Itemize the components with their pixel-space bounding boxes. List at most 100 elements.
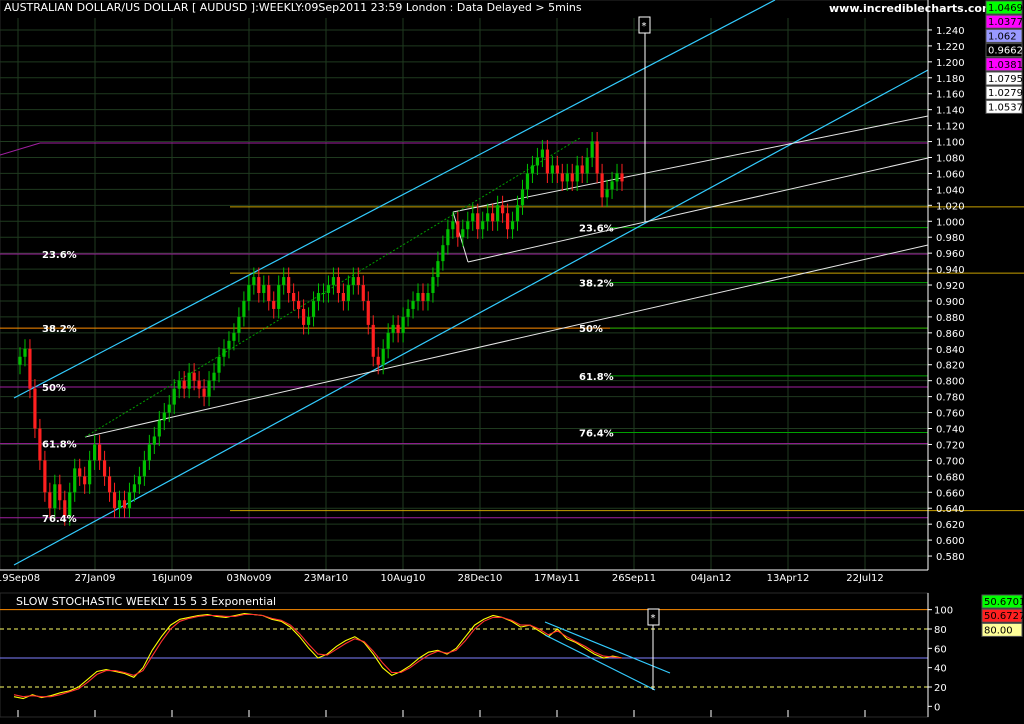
candle-body bbox=[297, 300, 301, 309]
candle-body bbox=[361, 285, 365, 301]
price-value-box: 0.9662 bbox=[985, 43, 1023, 58]
price-tick-label: 0.860 bbox=[936, 329, 965, 340]
stochastic-tick-label: 80 bbox=[934, 625, 947, 636]
candle-body bbox=[491, 213, 495, 222]
fib-level-label: 23.6% bbox=[42, 250, 77, 261]
candle-body bbox=[466, 221, 470, 230]
price-tick-label: 0.740 bbox=[936, 425, 965, 436]
stochastic-value-box-label: 80.00 bbox=[984, 625, 1013, 636]
price-marker-box[interactable]: * bbox=[638, 16, 651, 34]
price-value-box: 1.0537 bbox=[985, 99, 1023, 114]
price-tick-label: 0.660 bbox=[936, 488, 965, 499]
date-tick-label: 22Jul12 bbox=[846, 573, 884, 584]
candle-body bbox=[157, 420, 161, 437]
candle-body bbox=[391, 324, 395, 333]
candle-body bbox=[212, 372, 216, 381]
site-watermark[interactable]: www.incrediblecharts.com bbox=[829, 2, 993, 15]
candle-body bbox=[28, 348, 32, 389]
candle-body bbox=[471, 213, 475, 222]
candle-body bbox=[476, 213, 480, 230]
candle-body bbox=[570, 173, 574, 182]
candle-body bbox=[436, 261, 440, 278]
price-value-box: 1.0377 bbox=[985, 14, 1023, 29]
candle-body bbox=[267, 285, 271, 301]
candle-body bbox=[336, 277, 341, 293]
candle-body bbox=[68, 492, 72, 517]
candle-body bbox=[247, 285, 251, 301]
candle-body bbox=[331, 277, 336, 286]
candle-body bbox=[486, 213, 490, 222]
candle-body bbox=[301, 308, 306, 325]
chart-background bbox=[0, 0, 1024, 724]
candle-body bbox=[237, 316, 241, 333]
candle-body bbox=[550, 165, 554, 174]
candle-body bbox=[43, 460, 47, 493]
stochastic-marker-label: * bbox=[651, 613, 656, 624]
date-tick-label: 19Sep08 bbox=[0, 573, 40, 584]
stochastic-value-box-label: 50.6701 bbox=[984, 597, 1024, 608]
price-tick-label: 0.800 bbox=[936, 377, 965, 388]
stochastic-title: SLOW STOCHASTIC WEEKLY 15 5 3 Exponentia… bbox=[16, 595, 276, 608]
candle-body bbox=[292, 293, 296, 301]
candle-body bbox=[102, 460, 107, 477]
candle-body bbox=[610, 181, 614, 190]
price-value-box-label: 1.0795 bbox=[988, 74, 1023, 85]
fib-level-label: 61.8% bbox=[42, 440, 77, 451]
candle-body bbox=[207, 380, 211, 397]
price-marker-label: * bbox=[642, 21, 647, 32]
candle-body bbox=[48, 492, 52, 509]
candle-body bbox=[326, 285, 331, 293]
candle-body bbox=[481, 221, 485, 230]
candle-body bbox=[371, 324, 375, 357]
date-tick-label: 04Jan12 bbox=[691, 573, 732, 584]
candle-body bbox=[306, 316, 311, 325]
candle-body bbox=[311, 300, 316, 317]
price-value-box-label: 1.0469 bbox=[988, 3, 1023, 14]
price-tick-label: 0.900 bbox=[936, 297, 965, 308]
price-value-box-label: 1.0377 bbox=[988, 17, 1023, 28]
candle-body bbox=[545, 149, 549, 174]
price-tick-label: 1.060 bbox=[936, 169, 965, 180]
price-tick-label: 0.700 bbox=[936, 456, 965, 467]
candle-body bbox=[262, 285, 266, 293]
price-value-box-label: 1.0537 bbox=[988, 102, 1023, 113]
candle-body bbox=[287, 277, 291, 293]
stochastic-marker-box[interactable]: * bbox=[647, 608, 660, 626]
candle-body bbox=[117, 500, 122, 509]
date-tick-label: 16Jun09 bbox=[151, 573, 192, 584]
candle-body bbox=[202, 388, 206, 397]
candle-body bbox=[406, 308, 410, 317]
price-tick-label: 1.080 bbox=[936, 153, 965, 164]
candle-body bbox=[112, 492, 117, 509]
price-value-box: 1.0469 bbox=[985, 0, 1023, 15]
price-tick-label: 1.120 bbox=[936, 122, 965, 133]
price-tick-label: 0.680 bbox=[936, 472, 965, 483]
candle-body bbox=[520, 189, 525, 206]
candle-body bbox=[167, 404, 171, 413]
candle-body bbox=[510, 221, 515, 230]
price-tick-label: 0.600 bbox=[936, 536, 965, 547]
candle-body bbox=[217, 356, 221, 373]
candle-body bbox=[461, 229, 465, 238]
candle-body bbox=[277, 285, 281, 309]
candle-body bbox=[93, 444, 97, 461]
candle-body bbox=[58, 484, 62, 501]
price-tick-label: 1.200 bbox=[936, 58, 965, 69]
candle-body bbox=[505, 213, 510, 230]
price-tick-label: 0.920 bbox=[936, 281, 965, 292]
candle-body bbox=[496, 205, 500, 222]
candle-body bbox=[187, 372, 191, 389]
candle-body bbox=[346, 285, 350, 301]
price-value-box: 1.0795 bbox=[985, 71, 1023, 86]
candle-body bbox=[356, 277, 360, 286]
price-tick-label: 0.720 bbox=[936, 440, 965, 451]
candle-body bbox=[421, 293, 425, 301]
candle-body bbox=[242, 300, 246, 317]
stochastic-value-box: 80.00 bbox=[981, 622, 1023, 637]
candle-body bbox=[341, 293, 345, 301]
fib-level-label: 76.4% bbox=[42, 514, 77, 525]
fib-level-label: 38.2% bbox=[42, 324, 77, 335]
candle-body bbox=[426, 293, 430, 301]
stochastic-tick-label: 60 bbox=[934, 644, 947, 655]
candle-body bbox=[272, 300, 276, 309]
